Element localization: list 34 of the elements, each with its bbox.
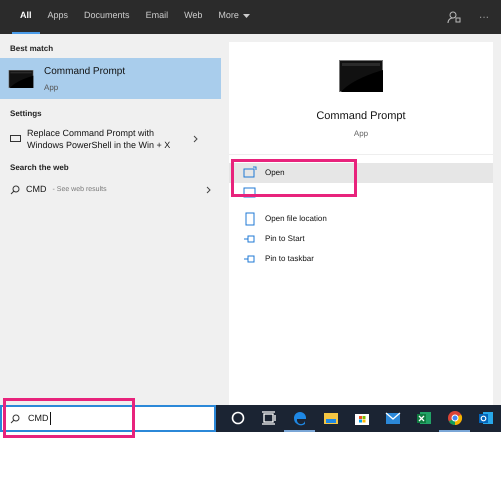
action-label: Pin to taskbar [265,252,314,264]
result-subtitle: App [44,82,60,94]
section-header: Search the web [9,162,70,174]
filter-tab[interactable]: Apps [40,0,76,34]
document-icon [243,212,257,226]
filter-tab[interactable]: Email [138,0,176,34]
person-icon[interactable] [447,10,461,24]
action-label: Open [265,166,285,178]
preview-title: Command Prompt [316,109,406,124]
filter-tab[interactable]: Documents [76,0,138,34]
action-item[interactable]: Open file location [229,208,493,228]
result-item[interactable]: Replace Command Prompt with Windows PowerShell in the Win + X [0,123,221,155]
chevron-right-icon [206,186,211,194]
action-label: Open file location [265,212,327,224]
result-title: Command Prompt [44,64,126,78]
search-icon [10,184,20,195]
filter-tab[interactable]: More [210,0,258,34]
result-title: Replace Command Prompt with Windows PowerShell in the Win + X [27,127,172,151]
preview-subtitle: App [354,128,368,140]
action-item[interactable]: Pin to Start [229,228,493,248]
search-field[interactable]: CMD [0,405,216,432]
section-header: Settings [9,108,43,120]
monitor-icon [10,135,21,143]
result-item[interactable]: Command Prompt App [0,58,221,99]
action-item[interactable]: Pin to taskbar [229,248,493,268]
search-icon [10,414,20,424]
filter-tab[interactable]: Web [176,0,210,34]
terminal-icon [8,70,34,88]
action-label: Pin to Start [265,232,305,244]
terminal-icon [339,60,383,92]
section-header: Best match [9,43,54,55]
chevron-right-icon [193,135,198,143]
result-title: CMD [26,183,46,196]
more-button[interactable]: ··· [475,0,493,34]
